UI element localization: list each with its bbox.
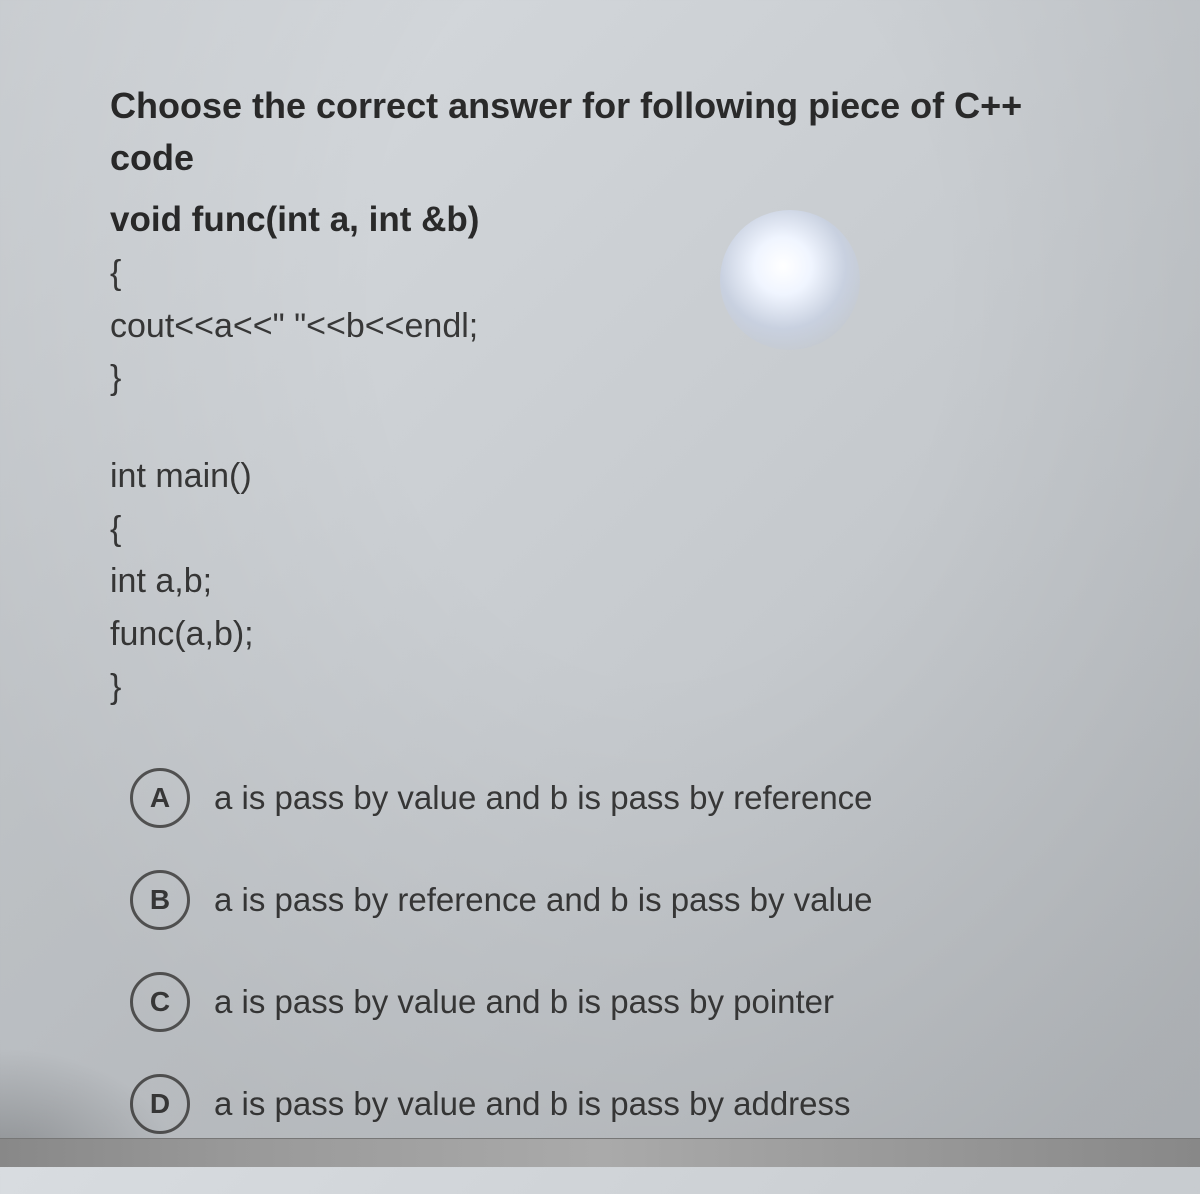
option-c[interactable]: C a is pass by value and b is pass by po… [130,972,1100,1032]
question-container: Choose the correct answer for following … [0,0,1200,1194]
main-call: func(a,b); [110,608,1100,661]
option-letter-icon: C [130,972,190,1032]
option-d[interactable]: D a is pass by value and b is pass by ad… [130,1074,1100,1134]
code-main-block: int main() { int a,b; func(a,b); } [110,450,1100,713]
main-close-brace: } [110,661,1100,714]
question-title: Choose the correct answer for following … [110,80,1100,184]
main-signature: int main() [110,450,1100,503]
option-b[interactable]: B a is pass by reference and b is pass b… [130,870,1100,930]
main-open-brace: { [110,503,1100,556]
option-text: a is pass by reference and b is pass by … [214,881,873,919]
main-decl: int a,b; [110,555,1100,608]
func-body: cout<<a<<" "<<b<<endl; [110,300,1100,353]
code-func-block: void func(int a, int &b) { cout<<a<<" "<… [110,194,1100,405]
option-a[interactable]: A a is pass by value and b is pass by re… [130,768,1100,828]
func-open-brace: { [110,247,1100,300]
option-text: a is pass by value and b is pass by refe… [214,779,873,817]
func-close-brace: } [110,352,1100,405]
screen-bezel [0,1138,1200,1167]
options-list: A a is pass by value and b is pass by re… [110,768,1100,1134]
option-letter-icon: B [130,870,190,930]
option-text: a is pass by value and b is pass by addr… [214,1085,851,1123]
option-letter-icon: D [130,1074,190,1134]
option-text: a is pass by value and b is pass by poin… [214,983,834,1021]
option-letter-icon: A [130,768,190,828]
func-signature: void func(int a, int &b) [110,194,1100,247]
